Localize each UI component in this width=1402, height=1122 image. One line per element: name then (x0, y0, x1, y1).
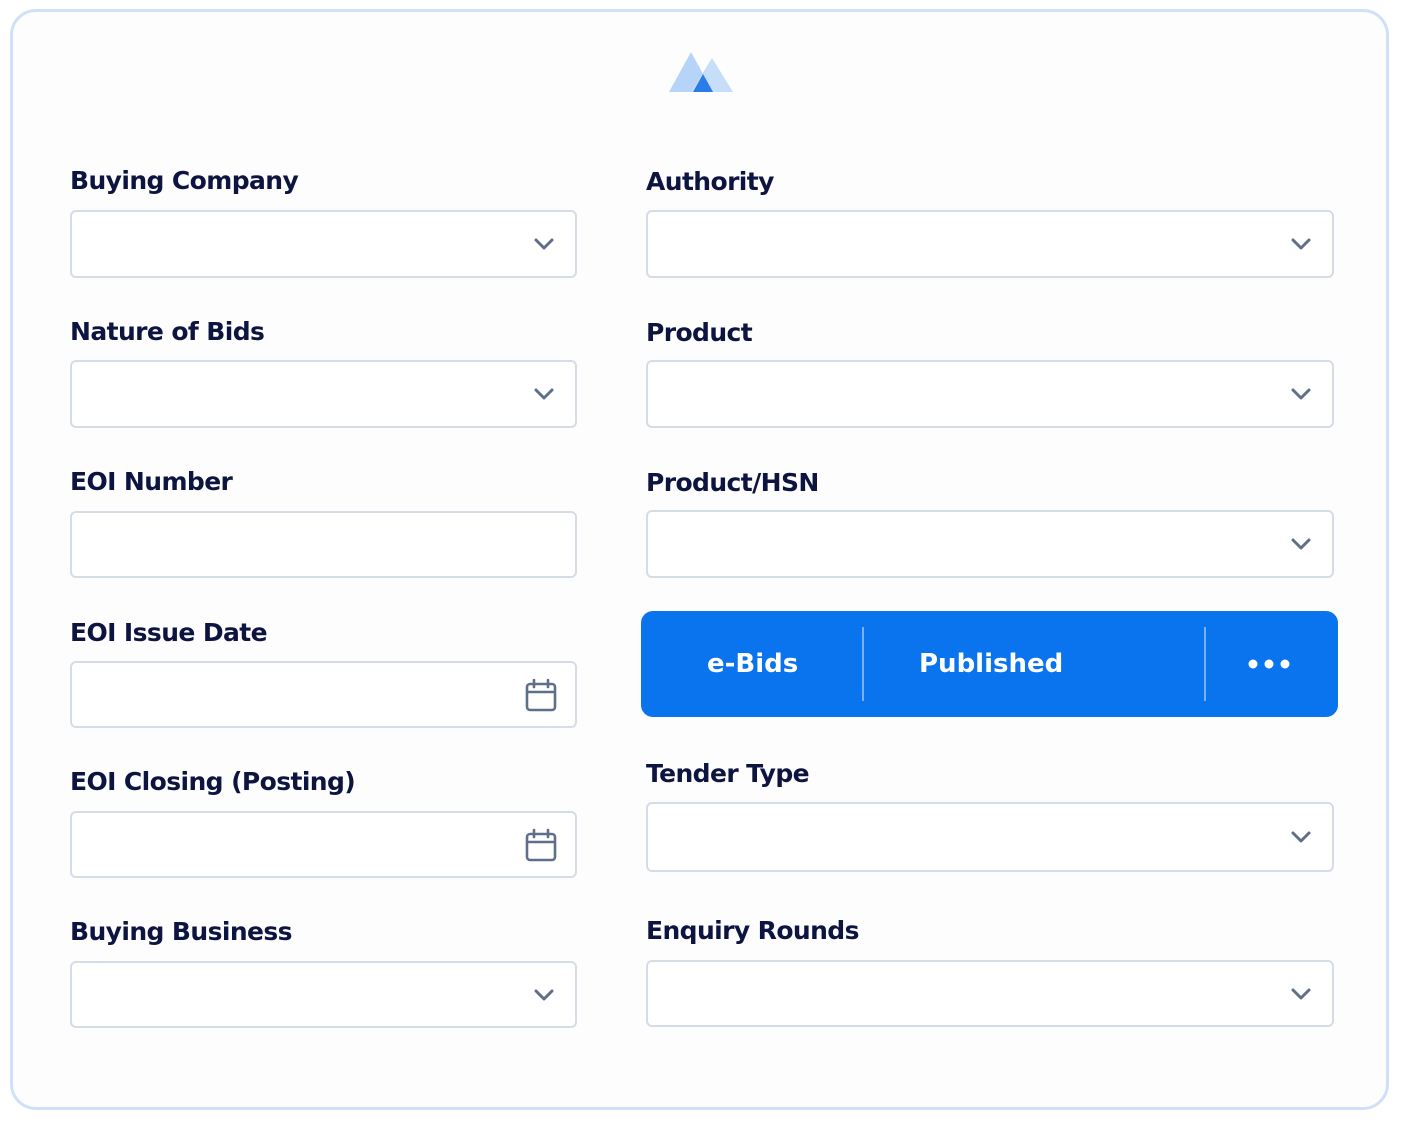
product-hsn-label: Product/HSN (646, 468, 819, 497)
chevron-down-icon (1291, 238, 1311, 250)
chevron-down-icon (534, 238, 554, 250)
authority-select[interactable] (646, 210, 1334, 278)
authority-label: Authority (646, 167, 774, 196)
buying-company-select[interactable] (70, 210, 577, 278)
more-horizontal-icon[interactable] (1246, 655, 1292, 673)
product-label: Product (646, 318, 753, 347)
eoi-issue-date-label: EOI Issue Date (70, 618, 268, 647)
bid-status-bar: e-Bids Published (641, 611, 1338, 717)
section-tab-ebids[interactable]: e-Bids (707, 611, 798, 717)
calendar-icon[interactable] (525, 678, 557, 712)
eoi-closing-date-input[interactable] (70, 811, 577, 878)
mountain-logo-icon (669, 52, 733, 92)
chevron-down-icon (1291, 388, 1311, 400)
tender-type-label: Tender Type (646, 759, 810, 788)
buying-business-select[interactable] (70, 961, 577, 1028)
buying-company-label: Buying Company (70, 166, 299, 195)
chevron-down-icon (534, 388, 554, 400)
divider (1204, 627, 1206, 701)
product-select[interactable] (646, 360, 1334, 428)
calendar-icon[interactable] (525, 828, 557, 862)
chevron-down-icon (1291, 988, 1311, 999)
nature-of-bids-select[interactable] (70, 360, 577, 428)
tender-type-select[interactable] (646, 802, 1334, 872)
status-published: Published (919, 649, 1064, 679)
eoi-number-input[interactable] (70, 511, 577, 578)
enquiry-rounds-select[interactable] (646, 960, 1334, 1027)
chevron-down-icon (1291, 538, 1311, 550)
eoi-closing-label: EOI Closing (Posting) (70, 767, 356, 796)
divider (862, 627, 864, 701)
eoi-issue-date-input[interactable] (70, 661, 577, 728)
enquiry-rounds-label: Enquiry Rounds (646, 916, 859, 945)
chevron-down-icon (1291, 831, 1311, 843)
product-hsn-select[interactable] (646, 510, 1334, 578)
buying-business-label: Buying Business (70, 917, 293, 946)
nature-of-bids-label: Nature of Bids (70, 317, 265, 346)
chevron-down-icon (534, 989, 554, 1000)
eoi-number-label: EOI Number (70, 467, 233, 496)
